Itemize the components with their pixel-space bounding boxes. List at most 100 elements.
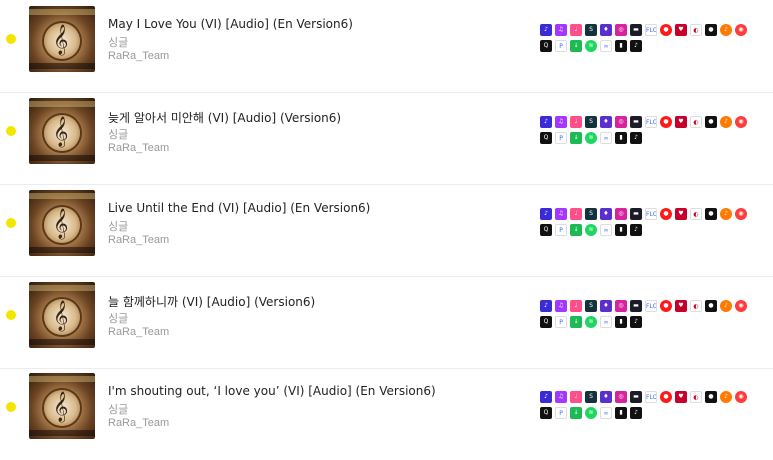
album-cover[interactable]: 𝄞 [29,282,95,348]
artist-name[interactable]: RaRa_Team [108,417,169,429]
album-cover[interactable]: 𝄞 [29,373,95,439]
soundcloud-icon[interactable]: ♪ [720,116,732,128]
amazon-music-icon[interactable]: ♪ [540,24,552,36]
track-row[interactable]: 𝄞 늘 함께하니까 (VI) [Audio] (Version6) 싱글 RaR… [0,276,773,369]
instagram-icon[interactable]: ◎ [615,391,627,403]
tiktok-icon[interactable]: ♪ [630,316,642,328]
soundcloud-icon[interactable]: ♪ [720,24,732,36]
track-title[interactable]: 늘 함께하니까 (VI) [Audio] (Version6) [108,293,315,310]
deezer-icon[interactable]: ♫ [555,391,567,403]
kkbox-icon[interactable]: ◐ [690,391,702,403]
kkbox-icon[interactable]: ◐ [690,24,702,36]
amazon-music-icon[interactable]: ♪ [540,116,552,128]
iheartradio-icon[interactable]: ♥ [675,208,687,220]
bugs-icon[interactable]: ◉ [735,208,747,220]
yandex-icon[interactable]: ▮ [615,407,627,419]
youtube-music-icon[interactable]: ● [660,116,672,128]
instagram-icon[interactable]: ◎ [615,300,627,312]
track-title[interactable]: 늦게 알아서 미안해 (VI) [Audio] (Version6) [108,109,341,126]
qobuz-icon[interactable]: Q [540,316,552,328]
kkbox-icon[interactable]: ◐ [690,300,702,312]
instagram-icon[interactable]: ◎ [615,208,627,220]
yandex-icon[interactable]: ▮ [615,224,627,236]
melon-icon[interactable]: ♩ [570,24,582,36]
spotify-icon[interactable]: ≋ [585,407,597,419]
spotify-icon[interactable]: ≋ [585,40,597,52]
qobuz-icon[interactable]: Q [540,132,552,144]
deezer-icon[interactable]: ♫ [555,24,567,36]
artist-name[interactable]: RaRa_Team [108,326,169,338]
flo-icon[interactable]: FLO [645,300,657,312]
youtube-music-icon[interactable]: ● [660,391,672,403]
tidal-icon[interactable]: ♦ [600,24,612,36]
album-cover[interactable]: 𝄞 [29,190,95,256]
anghami-icon[interactable]: ∞ [600,224,612,236]
melon-icon[interactable]: ♩ [570,116,582,128]
pandora-dark-icon[interactable]: ▬ [630,24,642,36]
bugs-icon[interactable]: ◉ [735,391,747,403]
album-cover[interactable]: 𝄞 [29,6,95,72]
youtube-music-icon[interactable]: ● [660,300,672,312]
pandora-dark-icon[interactable]: ▬ [630,391,642,403]
flo-icon[interactable]: FLO [645,24,657,36]
tiktok-icon[interactable]: ♪ [630,224,642,236]
yandex-icon[interactable]: ▮ [615,316,627,328]
track-row[interactable]: 𝄞 Live Until the End (VI) [Audio] (En Ve… [0,184,773,277]
iheartradio-icon[interactable]: ♥ [675,391,687,403]
qobuz-icon[interactable]: Q [540,40,552,52]
pandora-icon[interactable]: P [555,224,567,236]
shazam-icon[interactable]: S [585,208,597,220]
tidal-icon[interactable]: ♦ [600,116,612,128]
soundcloud-icon[interactable]: ♪ [720,300,732,312]
anghami-icon[interactable]: ∞ [600,316,612,328]
shazam-icon[interactable]: S [585,300,597,312]
instagram-icon[interactable]: ◎ [615,116,627,128]
artist-name[interactable]: RaRa_Team [108,234,169,246]
flo-icon[interactable]: FLO [645,116,657,128]
tiktok-icon[interactable]: ♪ [630,132,642,144]
pandora-icon[interactable]: P [555,132,567,144]
qobuz-icon[interactable]: Q [540,224,552,236]
soundcloud-icon[interactable]: ♪ [720,208,732,220]
kkbox-icon[interactable]: ◐ [690,116,702,128]
deezer-icon[interactable]: ♫ [555,300,567,312]
bugs-icon[interactable]: ◉ [735,300,747,312]
audiomack-icon[interactable]: ↓ [570,316,582,328]
audiomack-icon[interactable]: ↓ [570,224,582,236]
shazam-icon[interactable]: S [585,116,597,128]
bugs-icon[interactable]: ◉ [735,24,747,36]
deezer-icon[interactable]: ♫ [555,116,567,128]
tiktok-icon[interactable]: ♪ [630,407,642,419]
shazam-icon[interactable]: S [585,391,597,403]
napster-icon[interactable]: ● [705,208,717,220]
audiomack-icon[interactable]: ↓ [570,40,582,52]
qobuz-icon[interactable]: Q [540,407,552,419]
youtube-music-icon[interactable]: ● [660,208,672,220]
iheartradio-icon[interactable]: ♥ [675,116,687,128]
track-row[interactable]: 𝄞 I'm shouting out, ‘I love you’ (VI) [A… [0,368,773,460]
flo-icon[interactable]: FLO [645,208,657,220]
audiomack-icon[interactable]: ↓ [570,132,582,144]
pandora-icon[interactable]: P [555,40,567,52]
spotify-icon[interactable]: ≋ [585,132,597,144]
melon-icon[interactable]: ♩ [570,300,582,312]
track-title[interactable]: I'm shouting out, ‘I love you’ (VI) [Aud… [108,384,436,398]
pandora-icon[interactable]: P [555,407,567,419]
melon-icon[interactable]: ♩ [570,391,582,403]
kkbox-icon[interactable]: ◐ [690,208,702,220]
iheartradio-icon[interactable]: ♥ [675,300,687,312]
anghami-icon[interactable]: ∞ [600,40,612,52]
track-row[interactable]: 𝄞 늦게 알아서 미안해 (VI) [Audio] (Version6) 싱글 … [0,92,773,185]
flo-icon[interactable]: FLO [645,391,657,403]
amazon-music-icon[interactable]: ♪ [540,300,552,312]
pandora-dark-icon[interactable]: ▬ [630,116,642,128]
yandex-icon[interactable]: ▮ [615,40,627,52]
audiomack-icon[interactable]: ↓ [570,407,582,419]
spotify-icon[interactable]: ≋ [585,224,597,236]
artist-name[interactable]: RaRa_Team [108,142,169,154]
napster-icon[interactable]: ● [705,391,717,403]
napster-icon[interactable]: ● [705,300,717,312]
napster-icon[interactable]: ● [705,116,717,128]
amazon-music-icon[interactable]: ♪ [540,391,552,403]
artist-name[interactable]: RaRa_Team [108,50,169,62]
